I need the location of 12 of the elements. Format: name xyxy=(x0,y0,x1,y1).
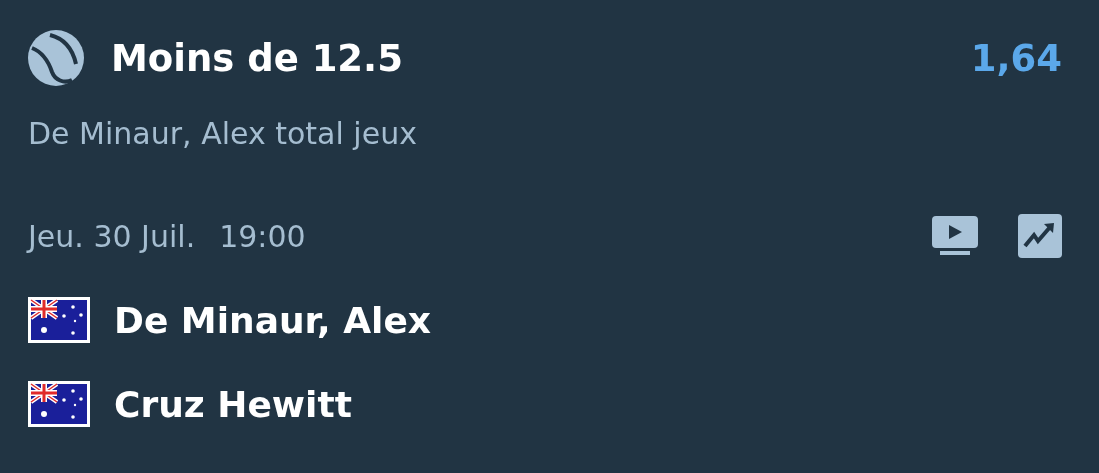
player-name: Cruz Hewitt xyxy=(114,383,352,425)
odds-value[interactable]: 1,64 xyxy=(970,36,1062,80)
flag-icon xyxy=(28,381,90,427)
event-date: Jeu. 30 Juil. xyxy=(28,218,196,254)
stats-chart-icon[interactable] xyxy=(1018,214,1062,258)
market-label: De Minaur, Alex total jeux xyxy=(28,116,418,151)
tennis-ball-icon xyxy=(28,30,84,86)
live-stream-icon[interactable] xyxy=(932,216,978,256)
player-name: De Minaur, Alex xyxy=(114,299,432,341)
flag-icon xyxy=(28,297,90,343)
selection-title: Moins de 12.5 xyxy=(111,36,403,80)
event-time: 19:00 xyxy=(219,218,306,254)
